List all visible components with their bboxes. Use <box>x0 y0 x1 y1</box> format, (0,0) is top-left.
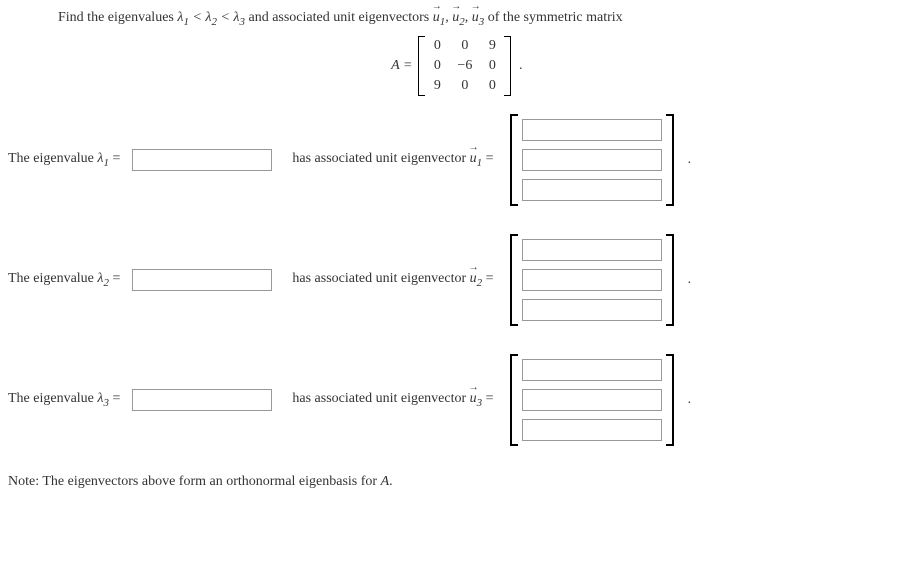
lambda-order: λ1 < λ2 < λ3 <box>177 10 245 25</box>
eigenvector-2-comp-3-input[interactable] <box>522 299 662 321</box>
eigenvector-3-comp-3-input[interactable] <box>522 419 662 441</box>
eigenvalue-2-input[interactable] <box>132 269 272 291</box>
matrix-cell: 0 <box>486 78 498 94</box>
matrix-cell: 0 <box>431 38 443 54</box>
eigenvalue-1-input[interactable] <box>132 149 272 171</box>
eigenvalue-label: The eigenvalue λ3 = <box>8 391 120 409</box>
matrix-cell: 0 <box>486 58 498 74</box>
eigenvector-1-box <box>510 114 674 206</box>
eigenvector-label-1: has associated unit eigenvector u1 = <box>292 151 493 169</box>
row-2-dot: . <box>688 272 692 288</box>
eigenvector-2-comp-2-input[interactable] <box>522 269 662 291</box>
matrix-cell: 0 <box>431 58 443 74</box>
eigenvector-1-comp-2-input[interactable] <box>522 149 662 171</box>
eigenvector-1-comp-1-input[interactable] <box>522 119 662 141</box>
matrix-A: 0 0 9 0 −6 0 9 0 0 <box>418 36 511 96</box>
matrix-cell: 9 <box>486 38 498 54</box>
matrix-cell: 0 <box>457 78 472 94</box>
note-A: A <box>381 474 390 489</box>
eigenvector-2-comp-1-input[interactable] <box>522 239 662 261</box>
matrix-cell: 0 <box>457 38 472 54</box>
problem-statement: Find the eigenvalues λ1 < λ2 < λ3 and as… <box>58 10 906 28</box>
matrix-cell: −6 <box>457 58 472 74</box>
row-1-dot: . <box>688 152 692 168</box>
intro-mid: and associated unit eigenvectors <box>245 10 433 25</box>
intro-prefix: Find the eigenvalues <box>58 10 177 25</box>
eigenvector-3-comp-1-input[interactable] <box>522 359 662 381</box>
row-3-dot: . <box>688 392 692 408</box>
eigenvector-3-comp-2-input[interactable] <box>522 389 662 411</box>
eigenvector-3-box <box>510 354 674 446</box>
eigenvalue-label: The eigenvalue λ2 = <box>8 271 120 289</box>
eigenvalue-label: The eigenvalue λ1 = <box>8 151 120 169</box>
eigenvalue-3-input[interactable] <box>132 389 272 411</box>
eigenvector-label-3: has associated unit eigenvector u3 = <box>292 391 493 409</box>
lambda-3: λ3 <box>97 391 109 406</box>
lambda-2: λ2 <box>97 271 109 286</box>
eigenvector-2-box <box>510 234 674 326</box>
eigenvalue-row-2: The eigenvalue λ2 = has associated unit … <box>8 234 906 326</box>
eigenvector-label-2: has associated unit eigenvector u2 = <box>292 271 493 289</box>
matrix-dot: . <box>519 58 523 74</box>
eigenvalue-row-1: The eigenvalue λ1 = has associated unit … <box>8 114 906 206</box>
matrix-display: A = 0 0 9 0 −6 0 9 0 0 . <box>8 36 906 96</box>
eigenvector-1-comp-3-input[interactable] <box>522 179 662 201</box>
matrix-label: A = <box>391 58 412 74</box>
matrix-cell: 9 <box>431 78 443 94</box>
intro-suffix: of the symmetric matrix <box>484 10 622 25</box>
vector-list: u1, u2, u3 <box>433 10 485 25</box>
lambda-1: λ1 <box>97 151 109 166</box>
note-text: Note: The eigenvectors above form an ort… <box>8 474 906 490</box>
eigenvalue-row-3: The eigenvalue λ3 = has associated unit … <box>8 354 906 446</box>
